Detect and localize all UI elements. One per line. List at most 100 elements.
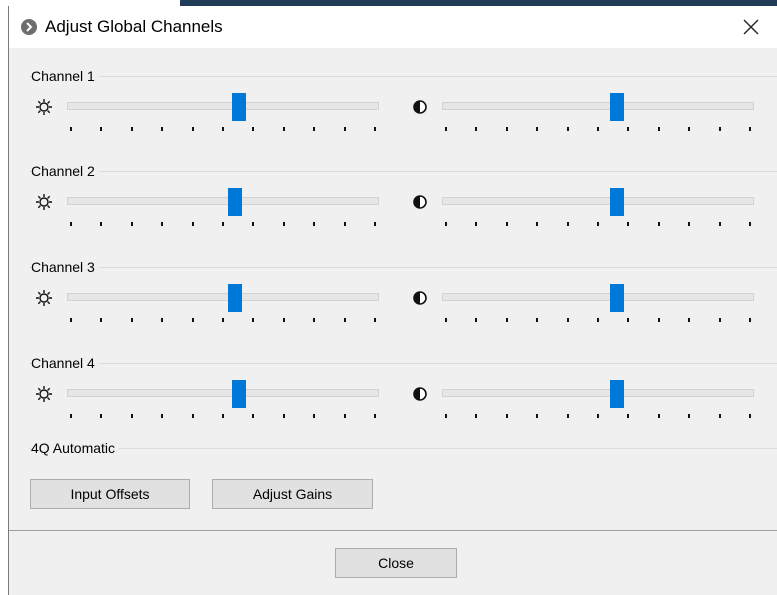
slider-thumb[interactable] (610, 380, 624, 408)
channel-group-line (29, 363, 777, 364)
slider-tick (70, 222, 72, 226)
slider-tick (475, 222, 478, 226)
automatic-group-label: 4Q Automatic (31, 440, 120, 456)
slider-tick (475, 318, 478, 322)
slider-track (67, 293, 379, 301)
slider-tick (536, 318, 539, 322)
slider-tick (627, 318, 630, 322)
slider-tick (536, 222, 539, 226)
brightness-slider[interactable] (67, 284, 379, 322)
contrast-slider[interactable] (442, 380, 754, 418)
slider-tick (566, 414, 569, 418)
slider-thumb[interactable] (610, 284, 624, 312)
brightness-slider[interactable] (67, 380, 379, 418)
slider-tick (222, 127, 224, 131)
contrast-slider[interactable] (442, 188, 754, 226)
slider-tick (657, 318, 660, 322)
slider-tick (252, 414, 255, 418)
close-icon (743, 19, 759, 35)
slider-tick (313, 414, 316, 418)
slider-track (67, 102, 379, 110)
window-title: Adjust Global Channels (45, 17, 223, 36)
slider-tick (597, 414, 599, 418)
brightness-slider[interactable] (67, 93, 379, 131)
slider-tick (313, 222, 316, 226)
slider-tick (374, 318, 376, 322)
contrast-slider[interactable] (442, 284, 754, 322)
slider-tick (627, 127, 630, 131)
app-icon (21, 19, 37, 35)
adjust-gains-button[interactable]: Adjust Gains (212, 479, 373, 509)
slider-track (442, 102, 754, 110)
contrast-slider[interactable] (442, 93, 754, 131)
slider-tick (130, 222, 133, 226)
input-offsets-button[interactable]: Input Offsets (30, 479, 190, 509)
close-button[interactable]: Close (335, 548, 457, 578)
slider-tick (222, 318, 224, 322)
dialog-window: Adjust Global Channels Channel 1 Channel … (8, 6, 777, 595)
slider-tick (100, 127, 103, 131)
slider-tick (718, 127, 721, 131)
title-bar: Adjust Global Channels (9, 6, 777, 48)
close-window-button[interactable] (736, 12, 766, 42)
slider-tick (100, 222, 103, 226)
slider-tick (343, 127, 346, 131)
slider-thumb[interactable] (610, 188, 624, 216)
automatic-group-line (29, 448, 777, 449)
slider-tick (70, 414, 72, 418)
channel-label: Channel 3 (31, 259, 99, 275)
slider-thumb[interactable] (232, 380, 246, 408)
slider-tick (566, 222, 569, 226)
slider-tick (627, 222, 630, 226)
brightness-slider[interactable] (67, 188, 379, 226)
slider-tick (718, 414, 721, 418)
slider-tick (475, 127, 478, 131)
slider-track (442, 389, 754, 397)
slider-tick (505, 318, 508, 322)
slider-tick (505, 127, 508, 131)
slider-tick (100, 414, 103, 418)
slider-tick (343, 414, 346, 418)
slider-thumb[interactable] (232, 93, 246, 121)
slider-tick (130, 318, 133, 322)
slider-track (442, 197, 754, 205)
contrast-icon (411, 385, 429, 403)
slider-thumb[interactable] (228, 188, 242, 216)
slider-tick (536, 414, 539, 418)
slider-tick (566, 127, 569, 131)
slider-tick (343, 222, 346, 226)
slider-track (67, 197, 379, 205)
slider-tick (374, 414, 376, 418)
slider-tick (374, 222, 376, 226)
slider-tick (688, 318, 691, 322)
slider-thumb[interactable] (228, 284, 242, 312)
slider-tick (597, 318, 599, 322)
slider-track (67, 389, 379, 397)
slider-tick (130, 127, 133, 131)
channel-label: Channel 2 (31, 163, 99, 179)
slider-thumb[interactable] (610, 93, 624, 121)
slider-tick (282, 127, 285, 131)
sun-icon (35, 385, 53, 403)
contrast-icon (411, 289, 429, 307)
slider-tick (313, 318, 316, 322)
slider-tick (161, 414, 164, 418)
slider-tick (657, 222, 660, 226)
slider-tick (718, 318, 721, 322)
slider-tick (70, 318, 72, 322)
slider-tick (749, 414, 751, 418)
slider-tick (597, 127, 599, 131)
slider-tick (445, 222, 447, 226)
slider-tick (688, 222, 691, 226)
channel-label: Channel 1 (31, 68, 99, 84)
slider-tick (252, 222, 255, 226)
slider-tick (445, 127, 447, 131)
sun-icon (35, 98, 53, 116)
slider-tick (191, 318, 194, 322)
slider-tick (475, 414, 478, 418)
slider-tick (191, 127, 194, 131)
slider-tick (597, 222, 599, 226)
slider-tick (374, 127, 376, 131)
slider-tick (749, 127, 751, 131)
slider-tick (191, 414, 194, 418)
